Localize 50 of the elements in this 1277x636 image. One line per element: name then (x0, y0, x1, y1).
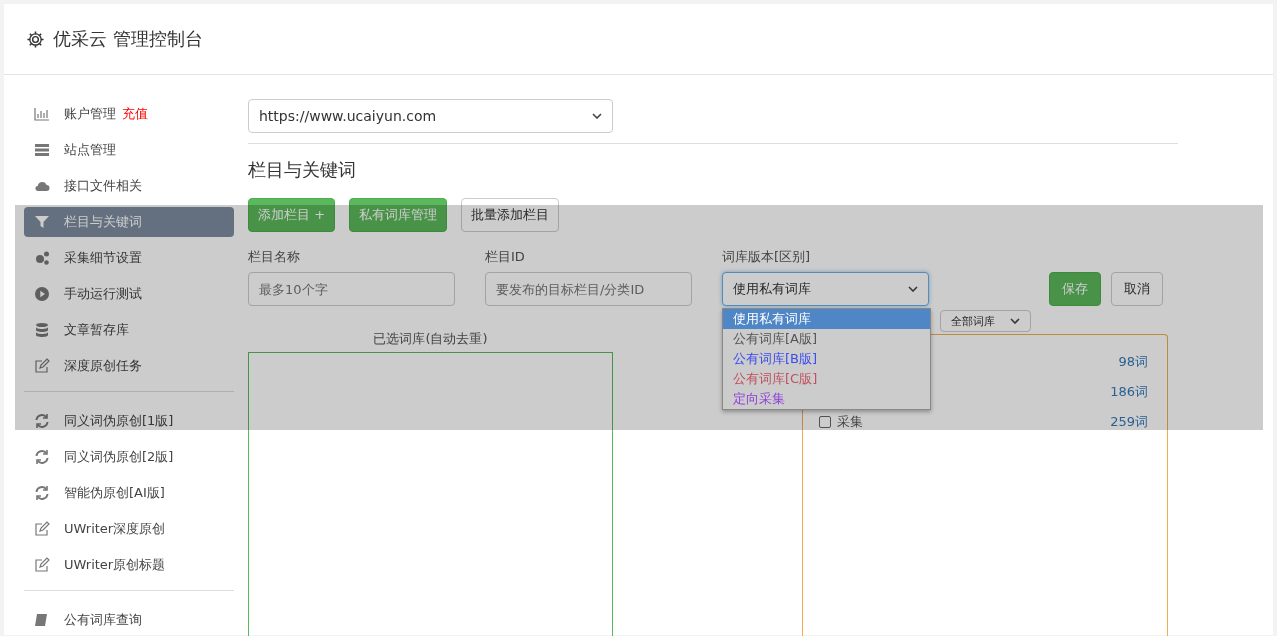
sidebar-item[interactable]: 接口文件相关 (24, 171, 234, 201)
sidebar-item[interactable]: UWriter原创标题 (24, 550, 234, 580)
edit-icon (34, 557, 50, 573)
field-label: 栏目ID (485, 248, 526, 266)
text-input[interactable]: 最多10个字 (248, 272, 455, 306)
sidebar-item[interactable]: 同义词伪原创[2版] (24, 442, 234, 472)
library-name: 采集 (837, 413, 863, 431)
dropdown-option[interactable]: 公有词库[A版] (723, 329, 930, 349)
dropdown-option[interactable]: 使用私有词库 (723, 309, 930, 329)
dropdown-option[interactable]: 公有词库[B版] (723, 349, 930, 369)
server-icon (34, 142, 50, 158)
cancel-button[interactable]: 取消 (1111, 272, 1163, 306)
edit-icon (34, 358, 50, 374)
field-label: 词库版本[区别] (722, 248, 812, 266)
sidebar-item[interactable]: 站点管理 (24, 135, 234, 165)
database-icon (34, 322, 50, 338)
chevron-down-icon (908, 286, 918, 292)
section-title: 栏目与关键词 (248, 158, 357, 182)
toolbar-button[interactable]: 批量添加栏目 (461, 198, 560, 232)
filter-icon (34, 214, 50, 230)
sidebar-item[interactable]: 文章暂存库 (24, 315, 234, 345)
sidebar-item[interactable]: 公有词库查询 (24, 605, 234, 635)
sidebar-item[interactable]: 手动运行测试 (24, 279, 234, 309)
library-filter-select[interactable]: 全部词库 (940, 310, 1031, 332)
refresh-icon (34, 485, 50, 501)
gear-icon (26, 29, 45, 49)
page-title: 优采云 管理控制台 (53, 27, 203, 51)
chevron-down-icon (592, 113, 602, 119)
version-select[interactable]: 使用私有词库 (722, 272, 929, 306)
refresh-icon (34, 413, 50, 429)
checkbox[interactable] (819, 416, 831, 428)
panel-title: 已选词库(自动去重) (373, 330, 488, 348)
edit-icon (34, 521, 50, 537)
sidebar-item[interactable]: 采集细节设置 (24, 243, 234, 273)
sidebar-item[interactable]: 智能伪原创[AI版] (24, 478, 234, 508)
bar-chart-icon (34, 106, 50, 122)
word-count: 259词 (1110, 413, 1148, 431)
site-select[interactable]: https://www.ucaiyun.com (248, 99, 613, 133)
sidebar-item[interactable]: UWriter深度原创 (24, 514, 234, 544)
chevron-down-icon (1010, 318, 1020, 324)
field-label: 栏目名称 (248, 248, 301, 266)
sidebar-item[interactable]: 深度原创任务 (24, 351, 234, 381)
sidebar-item[interactable]: 同义词伪原创[1版] (24, 406, 234, 436)
play-icon (34, 286, 50, 302)
recharge-link[interactable]: 充值 (122, 105, 148, 123)
sidebar-item[interactable]: 账户管理 充值 (24, 99, 234, 129)
text-input[interactable]: 要发布的目标栏目/分类ID (485, 272, 692, 306)
refresh-icon (34, 449, 50, 465)
word-count: 98词 (1118, 353, 1148, 371)
word-count: 186词 (1110, 383, 1148, 401)
